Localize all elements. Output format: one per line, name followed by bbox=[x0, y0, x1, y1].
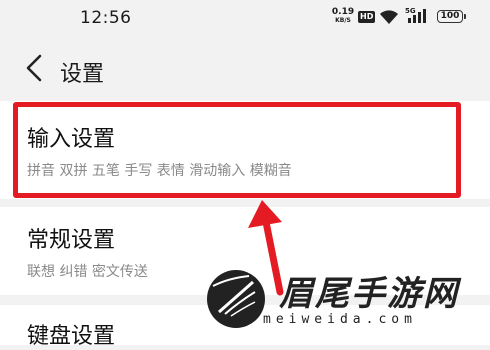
settings-item-title: 键盘设置 bbox=[27, 324, 116, 349]
battery-level: 100 bbox=[440, 11, 460, 21]
page-title: 设置 bbox=[60, 62, 105, 87]
battery-icon: 100 bbox=[437, 10, 466, 23]
hd-badge: HD bbox=[358, 11, 376, 23]
settings-item-description: 拼音 双拼 五笔 手写 表情 滑动输入 模糊音 bbox=[27, 163, 292, 179]
network-speed-indicator: 0.19 KB/S bbox=[330, 7, 356, 24]
status-time: 12:56 bbox=[80, 8, 132, 28]
nav-bar: 设置 bbox=[0, 46, 490, 92]
status-bar: 12:56 0.19 KB/S HD 5G 100 bbox=[0, 0, 490, 40]
wifi-icon bbox=[380, 10, 398, 24]
network-speed-unit: KB/S bbox=[335, 17, 351, 24]
settings-item-title: 输入设置 bbox=[27, 127, 116, 152]
settings-item-general[interactable]: 常规设置 联想 纠错 密文传送 bbox=[0, 207, 490, 295]
settings-item-keyboard[interactable]: 键盘设置 bbox=[0, 305, 490, 349]
signal-icon: 5G bbox=[405, 7, 426, 23]
settings-item-input[interactable]: 输入设置 拼音 双拼 五笔 手写 表情 滑动输入 模糊音 bbox=[0, 101, 490, 199]
back-arrow-icon[interactable] bbox=[25, 54, 43, 82]
settings-item-title: 常规设置 bbox=[27, 228, 116, 253]
network-speed-value: 0.19 bbox=[331, 7, 355, 17]
settings-item-description: 联想 纠错 密文传送 bbox=[27, 264, 148, 280]
network-type-label: 5G bbox=[405, 7, 416, 15]
